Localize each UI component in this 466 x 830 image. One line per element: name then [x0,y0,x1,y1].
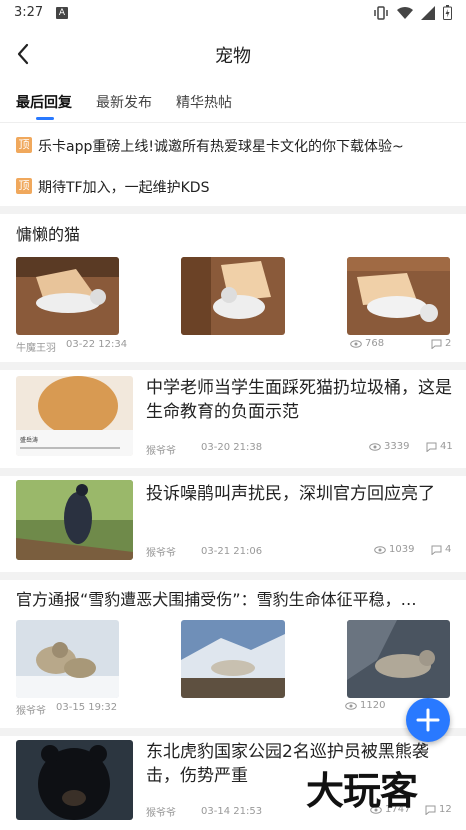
tab-latest-reply[interactable]: 最后回复 [16,92,72,112]
tab-featured[interactable]: 精华热帖 [176,92,232,112]
post-date: 03-15 19:32 [56,702,118,713]
post-image [347,620,450,698]
post-card[interactable]: 投诉噪鹃叫声扰民，深圳官方回应亮了 猴爷爷 03-21 21:06 1039 4 [0,476,466,572]
post-title: 官方通报“雪豹遭恶犬围捕受伤”：雪豹生命体征平稳，… [16,590,417,609]
plus-icon [416,708,440,732]
eye-icon [350,339,362,348]
pin-badge: 顶 [16,178,32,194]
status-bar: 3:27 A [0,0,466,26]
comment-icon [426,442,437,452]
post-date: 03-21 21:06 [201,546,263,557]
comment-count: 12 [425,804,452,815]
post-author: 猴爷爷 [146,808,176,819]
view-count: 3339 [369,441,409,452]
post-title: 中学老师当学生面踩死猫扔垃圾桶，这是生命教育的负面示范 [146,378,452,422]
eye-icon [345,701,357,710]
post-card[interactable]: 官方通报“雪豹遭恶犬围捕受伤”：雪豹生命体征平稳，… 猴爷爷 03-15 19:… [0,580,466,728]
pinned-post[interactable]: 顶 乐卡app重磅上线!诚邀所有热爱球星卡文化的你下载体验~ [0,125,466,165]
post-image [16,620,119,698]
comment-icon [431,339,442,349]
post-card[interactable]: 慵懒的猫 牛魔王羽 03-22 12:34 768 2 [0,214,466,362]
comment-icon [425,805,436,815]
post-image [181,620,285,698]
signal-icon [421,5,435,20]
status-time: 3:27 [14,5,44,20]
post-author: 猴爷爷 [16,706,46,717]
section-divider [0,206,466,214]
view-count-value: 1039 [389,544,415,555]
post-date: 03-20 21:38 [201,442,263,453]
post-image: 盛岳涛 [16,376,133,456]
page-title: 宠物 [215,46,251,67]
post-image [347,257,450,335]
thumb-caption: 盛岳涛 [20,436,38,444]
section-divider [0,468,466,476]
screen: 3:27 A 宠物 最后回复 最新发布 精华热帖 顶 乐卡app重磅上线!诚邀所… [0,0,466,830]
active-tab-indicator [36,117,54,120]
view-count: 768 [350,338,384,349]
post-title: 慵懒的猫 [16,225,81,244]
post-author: 猴爷爷 [146,446,176,457]
tab-latest-post[interactable]: 最新发布 [96,92,152,112]
status-icons [373,5,452,20]
pin-badge: 顶 [16,137,32,153]
comment-count-value: 41 [440,441,453,452]
view-count-value: 3339 [384,441,410,452]
post-image [16,480,133,560]
add-post-button[interactable] [406,698,450,742]
post-image [16,257,119,335]
wifi-icon [397,6,413,19]
section-divider [0,362,466,370]
tabs-divider [0,122,466,123]
comment-count: 41 [426,441,453,452]
view-count: 1039 [374,544,414,555]
pinned-post-title: 期待TF加入，一起维护KDS [38,180,210,196]
watermark-logo: 大玩客 [306,769,418,813]
post-author: 牛魔王羽 [16,343,56,354]
post-image [181,257,285,335]
view-count: 1120 [345,700,385,711]
view-count-value: 768 [365,338,385,349]
comment-count: 4 [431,544,451,555]
post-card[interactable]: 盛岳涛 中学老师当学生面踩死猫扔垃圾桶，这是生命教育的负面示范 猴爷爷 03-2… [0,370,466,468]
section-divider [0,572,466,580]
comment-count-value: 12 [439,804,452,815]
app-header: 宠物 [0,26,466,82]
post-title: 投诉噪鹃叫声扰民，深圳官方回应亮了 [146,484,435,504]
comment-icon [431,545,442,555]
comment-count-value: 4 [445,544,452,555]
post-date: 03-22 12:34 [66,339,128,350]
post-date: 03-14 21:53 [201,806,263,817]
comment-count-value: 2 [445,338,452,349]
post-author: 猴爷爷 [146,548,176,559]
tab-bar: 最后回复 最新发布 精华热帖 [0,82,466,122]
eye-icon [374,545,386,554]
comment-count: 2 [431,338,451,349]
vibrate-icon [374,5,388,20]
eye-icon [369,442,381,451]
view-count-value: 1120 [360,700,386,711]
post-image [16,740,133,820]
pinned-post[interactable]: 顶 期待TF加入，一起维护KDS [0,166,466,206]
battery-icon [443,5,452,20]
pinned-post-title: 乐卡app重磅上线!诚邀所有热爱球星卡文化的你下载体验~ [38,139,404,155]
section-divider [0,728,466,736]
notification-icon: A [56,7,68,19]
